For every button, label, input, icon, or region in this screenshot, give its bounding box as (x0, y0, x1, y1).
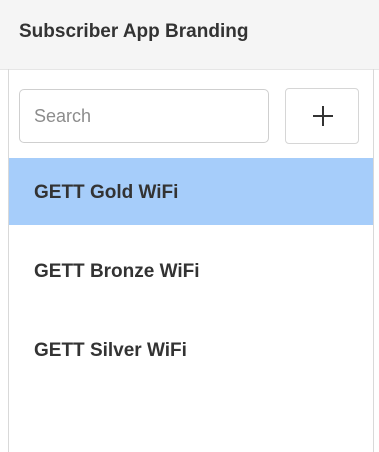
list-item-label: GETT Silver WiFi (34, 340, 187, 361)
page-title: Subscriber App Branding (19, 21, 249, 42)
list-item-label: GETT Gold WiFi (34, 182, 179, 203)
list-item[interactable]: GETT Bronze WiFi (9, 237, 373, 304)
panel-header: Subscriber App Branding (0, 0, 379, 70)
search-input[interactable] (19, 89, 269, 143)
list-item[interactable]: GETT Gold WiFi (9, 158, 373, 225)
add-button[interactable] (285, 88, 359, 144)
plus-icon (313, 106, 333, 126)
branding-panel: Subscriber App Branding GETT Gold WiFi G… (0, 0, 379, 452)
branding-list: GETT Gold WiFi GETT Bronze WiFi GETT Sil… (9, 158, 373, 395)
list-item-label: GETT Bronze WiFi (34, 261, 200, 282)
list-item[interactable]: GETT Silver WiFi (9, 316, 373, 383)
scrollbar-track (373, 69, 374, 452)
